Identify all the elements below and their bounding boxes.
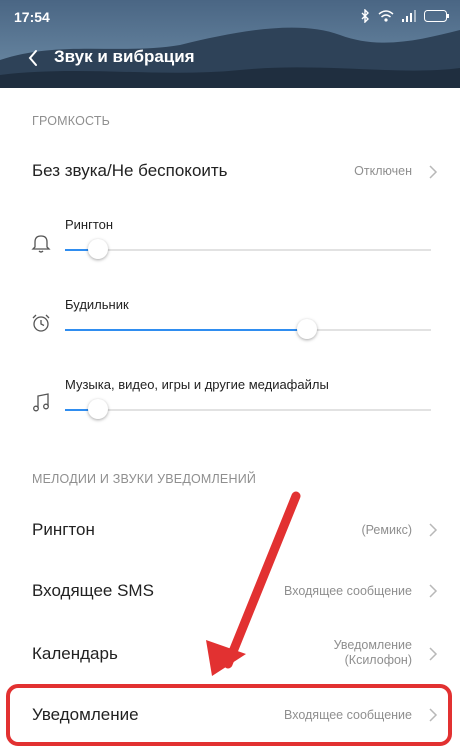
alarm-volume-track[interactable]: [65, 319, 431, 339]
calendar-value: Уведомление (Ксилофон): [334, 638, 412, 668]
status-bar: 17:54: [0, 0, 460, 34]
alarm-volume-thumb[interactable]: [296, 319, 317, 339]
sms-row[interactable]: Входящее SMS Входящее сообщение: [0, 568, 460, 614]
app-header: 17:54 Звук и вибрация: [0, 0, 460, 88]
signal-icon: [402, 10, 416, 22]
alarm-volume-fill: [65, 329, 307, 331]
dnd-label: Без звука/Не беспокоить: [32, 161, 228, 180]
alarm-clock-icon: [32, 314, 50, 332]
status-icons: [360, 9, 450, 23]
sms-value: Входящее сообщение: [284, 584, 412, 598]
ringtone-label: Рингтон: [32, 520, 95, 539]
media-volume-slider-row: Музыка, видео, игры и другие медиафайлы: [0, 372, 460, 432]
sms-label: Входящее SMS: [32, 581, 154, 600]
ringtone-volume-thumb[interactable]: [87, 239, 108, 259]
bluetooth-icon: [361, 9, 369, 23]
chevron-right-icon: [429, 647, 438, 661]
media-volume-label: Музыка, видео, игры и другие медиафайлы: [65, 377, 329, 392]
alarm-volume-label: Будильник: [65, 297, 129, 312]
battery-icon: [424, 10, 449, 22]
bell-icon: [31, 235, 51, 253]
chevron-right-icon: [429, 523, 438, 537]
wifi-icon: [378, 10, 394, 22]
calendar-value-line1: Уведомление: [333, 638, 412, 652]
section-header-volume: ГРОМКОСТЬ: [32, 114, 111, 128]
dnd-value: Отключен: [354, 164, 412, 178]
section-header-sounds: МЕЛОДИИ И ЗВУКИ УВЕДОМЛЕНИЙ: [32, 472, 257, 486]
page-title: Звук и вибрация: [54, 47, 195, 66]
calendar-row[interactable]: Календарь Уведомление (Ксилофон): [0, 630, 460, 678]
back-arrow-icon[interactable]: [22, 46, 46, 70]
calendar-label: Календарь: [32, 644, 118, 663]
chevron-right-icon: [429, 584, 438, 598]
music-note-icon: [33, 393, 49, 412]
ringtone-volume-slider-row: Рингтон: [0, 212, 460, 272]
status-time: 17:54: [14, 9, 50, 25]
ringtone-volume-label: Рингтон: [65, 217, 114, 232]
media-volume-track[interactable]: [65, 399, 431, 419]
calendar-value-line2: (Ксилофон): [344, 653, 412, 667]
chevron-right-icon: [429, 165, 438, 179]
title-bar: Звук и вибрация: [0, 40, 460, 76]
ringtone-row[interactable]: Рингтон (Ремикс): [0, 507, 460, 553]
ringtone-volume-track[interactable]: [65, 239, 431, 259]
media-volume-thumb[interactable]: [87, 399, 108, 419]
alarm-volume-slider-row: Будильник: [0, 292, 460, 352]
dnd-row[interactable]: Без звука/Не беспокоить Отключен: [0, 148, 460, 194]
ringtone-value: (Ремикс): [361, 523, 412, 537]
highlight-box: [6, 684, 452, 746]
